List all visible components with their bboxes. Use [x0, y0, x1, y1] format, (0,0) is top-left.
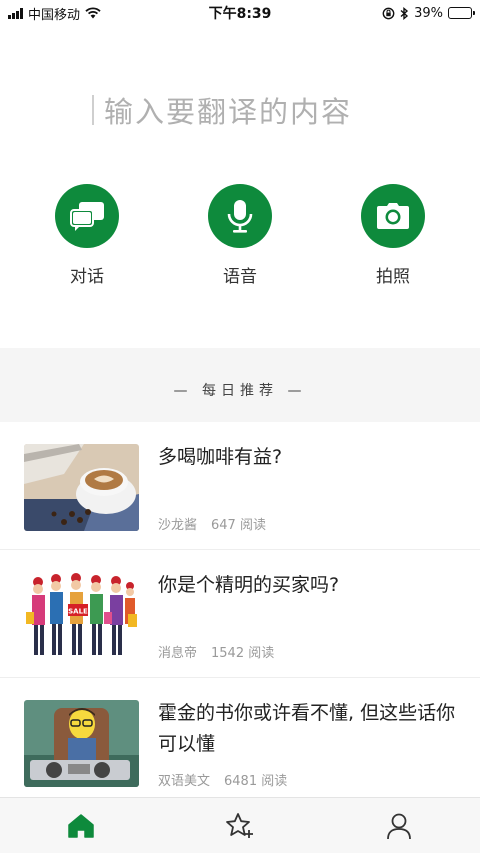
chat-mode-label: 对话 [70, 267, 104, 287]
voice-mode-circle [208, 184, 272, 248]
status-bar-left: 中国移动 [8, 4, 101, 23]
person-icon [387, 813, 411, 839]
tab-profile[interactable] [384, 811, 414, 841]
home-icon [68, 813, 94, 838]
star-plus-icon [226, 812, 253, 838]
shoppers-group-image: SALE [24, 572, 139, 659]
article-meta: 双语美文 6481 阅读 [158, 770, 287, 789]
article-meta: 沙龙酱 647 阅读 [158, 514, 266, 533]
tab-favorites[interactable] [225, 811, 255, 841]
bluetooth-icon [400, 6, 409, 20]
chat-mode-circle [55, 184, 119, 248]
rotation-lock-icon [382, 7, 395, 19]
translate-panel: 输入要翻译的内容 对话 语音 拍照 [0, 26, 480, 348]
article-read-count: 647 阅读 [211, 518, 266, 533]
sale-sign: SALE [68, 608, 88, 616]
article-title: 多喝咖啡有益? [158, 446, 283, 468]
article-body: 多喝咖啡有益? 沙龙酱 647 阅读 [158, 444, 460, 549]
voice-mode-label: 语音 [223, 267, 257, 287]
chat-mode-button[interactable]: 对话 [32, 184, 142, 287]
article-read-count: 6481 阅读 [224, 774, 288, 789]
translate-input-placeholder: 输入要翻译的内容 [104, 95, 353, 129]
text-cursor [92, 95, 94, 125]
article-source: 沙龙酱 [158, 518, 198, 533]
camera-mode-circle [361, 184, 425, 248]
article-read-count: 1542 阅读 [211, 646, 275, 661]
battery-icon [448, 7, 475, 19]
article-title: 你是个精明的买家吗? [158, 574, 340, 596]
camera-mode-button[interactable]: 拍照 [338, 184, 448, 287]
article-meta: 消息帝 1542 阅读 [158, 642, 274, 661]
article-thumbnail: SALE [24, 572, 139, 659]
battery-percent: 39% [414, 5, 443, 21]
chat-bubbles-icon [70, 202, 104, 231]
tab-home[interactable] [66, 811, 96, 841]
article-source: 双语美文 [158, 774, 211, 789]
cellular-signal-icon [8, 7, 23, 19]
wifi-icon [85, 7, 101, 19]
translate-input[interactable]: 输入要翻译的内容 [92, 88, 422, 132]
article-item[interactable]: 霍金的书你或许看不懂, 但这些话你可以懂 双语美文 6481 阅读 [0, 678, 480, 806]
voice-mode-button[interactable]: 语音 [185, 184, 295, 287]
coffee-cup-image [24, 444, 139, 531]
status-bar: 中国移动 下午8:39 39% [0, 0, 480, 26]
article-item[interactable]: 多喝咖啡有益? 沙龙酱 647 阅读 [0, 422, 480, 550]
status-bar-right: 39% [382, 5, 475, 21]
daily-recommend-title: — 每日推荐 — [173, 383, 307, 399]
cartoon-hawking-image [24, 700, 139, 787]
microphone-icon [227, 200, 253, 233]
article-title: 霍金的书你或许看不懂, 但这些话你可以懂 [158, 702, 456, 755]
article-thumbnail [24, 700, 139, 787]
carrier-name: 中国移动 [28, 7, 81, 23]
article-item[interactable]: SALE 你是个精明的买家吗? 消息帝 1542 阅读 [0, 550, 480, 678]
camera-icon [377, 203, 409, 229]
camera-mode-label: 拍照 [376, 267, 410, 287]
article-body: 霍金的书你或许看不懂, 但这些话你可以懂 双语美文 6481 阅读 [158, 700, 460, 805]
article-source: 消息帝 [158, 646, 198, 661]
article-list: 多喝咖啡有益? 沙龙酱 647 阅读 SALE 你是个精明的买家吗? 消息帝 1… [0, 422, 480, 806]
article-body: 你是个精明的买家吗? 消息帝 1542 阅读 [158, 572, 460, 677]
bottom-tab-bar [0, 797, 480, 853]
article-thumbnail [24, 444, 139, 531]
